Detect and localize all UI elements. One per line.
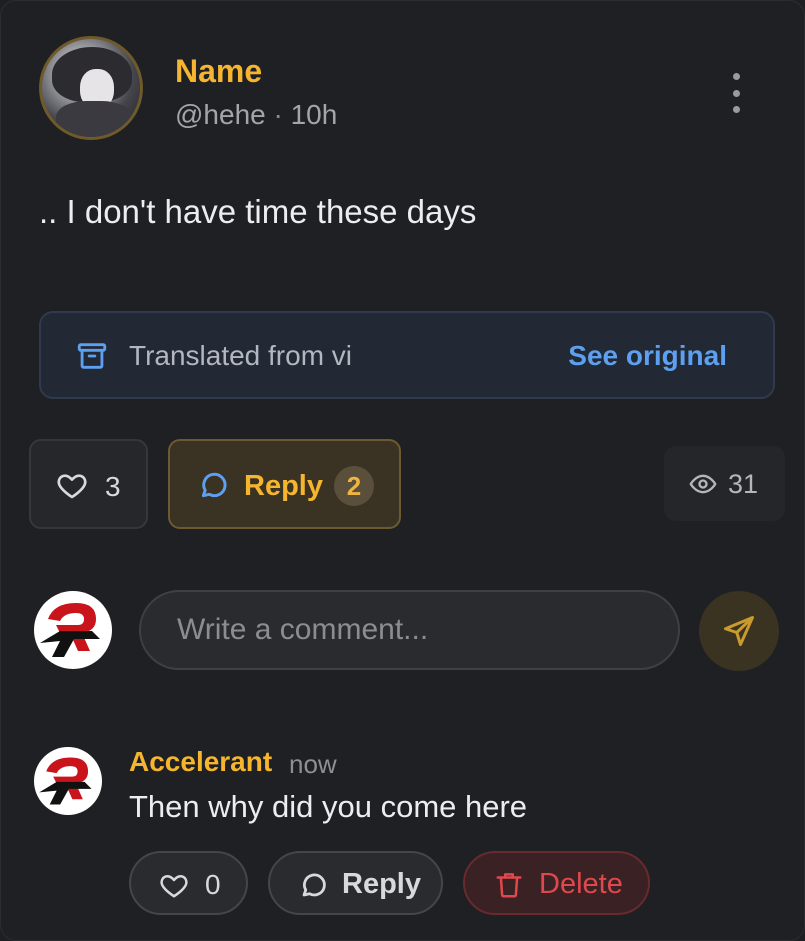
current-user-avatar[interactable] (34, 591, 112, 669)
author-name[interactable]: Name (175, 53, 262, 90)
send-button[interactable] (699, 591, 779, 671)
post-time: 10h (290, 99, 338, 130)
comment-like-count: 0 (205, 869, 221, 900)
post-body: .. I don't have time these days (39, 193, 477, 230)
post-card: Name @hehe · 10h .. I don't have time th… (0, 0, 805, 941)
reply-count-badge: 2 (334, 466, 374, 506)
archive-box-icon (77, 343, 107, 369)
avatar-body (56, 101, 132, 137)
comment-delete-label: Delete (539, 868, 623, 900)
comment-author[interactable]: Accelerant (129, 746, 272, 778)
comment-like-button[interactable]: 0 (129, 851, 248, 915)
comment-body: Then why did you come here (129, 789, 528, 824)
send-icon (724, 616, 754, 646)
view-count: 31 (664, 446, 785, 521)
commenter-avatar[interactable] (34, 747, 102, 815)
heart-icon (160, 875, 188, 898)
comment-time: now (289, 749, 337, 779)
brand-logo-icon (39, 757, 92, 805)
reply-button[interactable]: Reply 2 (168, 439, 401, 529)
reply-label: Reply (244, 470, 323, 502)
more-options-icon[interactable] (721, 73, 751, 113)
eye-icon (689, 474, 717, 494)
translation-label: Translated from vi (129, 340, 353, 371)
comment-reply-label: Reply (342, 868, 421, 900)
comment-bubble-icon (201, 472, 227, 498)
view-count-value: 31 (728, 469, 759, 499)
like-count: 3 (105, 471, 121, 502)
comment-input[interactable] (139, 590, 680, 670)
brand-logo-icon (40, 603, 100, 657)
see-original-link[interactable]: See original (568, 340, 727, 372)
like-button[interactable]: 3 (29, 439, 148, 529)
author-avatar[interactable] (39, 36, 143, 140)
comment-delete-button[interactable]: Delete (463, 851, 650, 915)
heart-icon (57, 474, 87, 499)
author-meta: @hehe · 10h (175, 99, 337, 131)
meta-separator: · (273, 99, 283, 130)
translation-banner: Translated from vi See original (39, 311, 775, 399)
comment-bubble-icon (302, 873, 326, 897)
trash-icon (496, 873, 522, 898)
comment-reply-button[interactable]: Reply (268, 851, 443, 915)
author-handle[interactable]: @hehe (175, 99, 266, 130)
